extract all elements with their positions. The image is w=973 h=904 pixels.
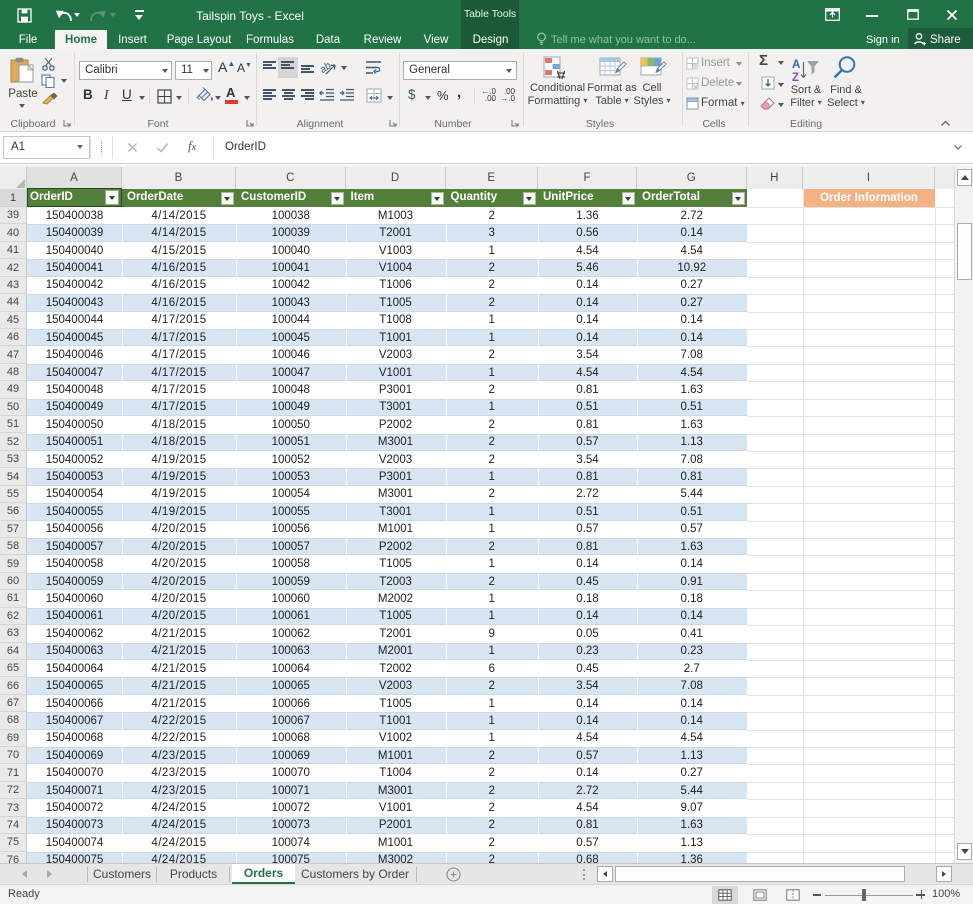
svg-text:A: A: [792, 59, 800, 71]
svg-text:Z: Z: [792, 72, 799, 83]
